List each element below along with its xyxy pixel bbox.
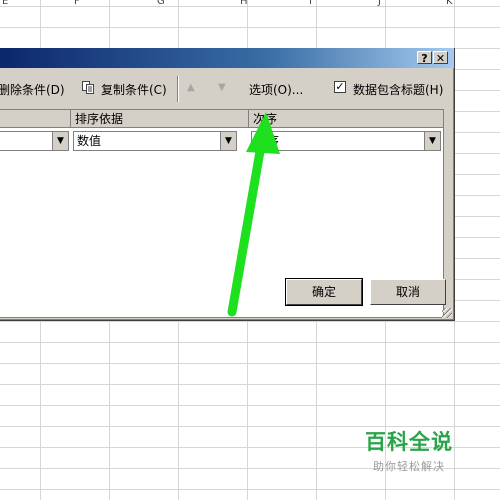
copy-condition-button[interactable]: 复制条件(C)	[101, 81, 167, 98]
delete-condition-button[interactable]: 删除条件(D)	[0, 81, 65, 98]
column-letter: E	[2, 0, 9, 7]
column-header-sort-on: 排序依据	[71, 110, 249, 128]
sort-toolbar: 删除条件(D) 复制条件(C) ▲ ▼ 选项(O)... ✓ 数据包含标题(H)	[0, 72, 454, 104]
help-button[interactable]: ?	[417, 51, 432, 65]
column-header-column	[0, 110, 71, 128]
close-button[interactable]: ✕	[433, 51, 448, 65]
watermark-title: 百科全说	[365, 430, 453, 454]
column-letter: G	[157, 0, 165, 7]
dialog-titlebar[interactable]: ? ✕	[0, 48, 454, 68]
chevron-down-icon[interactable]: ▼	[424, 132, 440, 150]
move-up-icon[interactable]: ▲	[187, 82, 195, 93]
ok-button[interactable]: 确定	[285, 278, 363, 306]
column-letter: J	[378, 0, 381, 7]
column-letter: I	[309, 0, 312, 7]
order-select-value: 升序	[255, 134, 280, 148]
sort-on-select-value: 数值	[77, 134, 102, 148]
column-letter: K	[446, 0, 453, 7]
toolbar-separator	[177, 76, 179, 102]
sort-dialog: ? ✕ 删除条件(D) 复制条件(C) ▲ ▼ 选项(O)... ✓ 数据包含标…	[0, 48, 455, 321]
chevron-down-icon[interactable]: ▼	[220, 132, 236, 150]
options-button[interactable]: 选项(O)...	[249, 81, 303, 98]
column-letter: H	[240, 0, 248, 7]
sort-on-select[interactable]: 数值 ▼	[73, 131, 237, 151]
order-select[interactable]: 升序 ▼	[251, 131, 441, 151]
move-down-icon[interactable]: ▼	[218, 82, 226, 93]
has-headers-label[interactable]: 数据包含标题(H)	[353, 81, 443, 98]
cancel-button[interactable]: 取消	[370, 279, 446, 305]
column-letter: F	[74, 0, 80, 7]
column-header-order: 次序	[249, 110, 443, 128]
watermark: 百科全说 助你轻松解决	[365, 426, 453, 474]
column-select[interactable]: ▼	[0, 131, 69, 151]
copy-icon	[82, 81, 94, 94]
watermark-subtitle: 助你轻松解决	[373, 460, 445, 473]
chevron-down-icon[interactable]: ▼	[52, 132, 68, 150]
resize-grip[interactable]	[442, 308, 452, 318]
column-headers: E F G H I J K	[0, 0, 500, 12]
has-headers-checkbox[interactable]: ✓	[334, 81, 346, 93]
